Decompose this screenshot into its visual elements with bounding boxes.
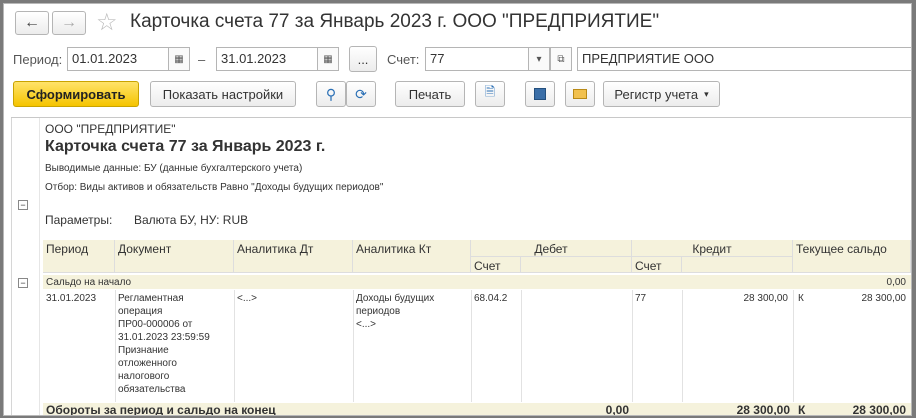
col-debit-account: Счет xyxy=(471,257,521,273)
row-analytics-dt: <...> xyxy=(237,293,258,304)
forward-button[interactable]: → xyxy=(52,11,86,35)
row-period: 31.01.2023 xyxy=(46,293,97,304)
date-to-field[interactable]: 31.01.2023 xyxy=(216,47,318,71)
account-label: Счет: xyxy=(387,52,420,67)
analytics-kt-line: Доходы будущих xyxy=(356,293,435,304)
account-field[interactable]: 77 xyxy=(425,47,529,71)
envelope-icon xyxy=(573,89,587,99)
totals-label: Обороты за период и сальдо на конец xyxy=(46,403,276,416)
col-debit-amount xyxy=(521,257,632,273)
calendar-icon: ▦ xyxy=(323,53,333,65)
col-debit: Дебет xyxy=(471,240,632,257)
col-credit: Кредит xyxy=(632,240,793,257)
collapse-rows-toggle[interactable]: − xyxy=(18,278,28,288)
account-open-button[interactable]: ⧉ xyxy=(550,47,572,71)
open-icon: ⧉ xyxy=(557,53,565,65)
document-line: операция xyxy=(118,306,163,317)
save-button[interactable] xyxy=(525,81,555,107)
document-line: налогового xyxy=(118,371,170,382)
arrow-left-icon: ← xyxy=(24,14,40,31)
back-button[interactable]: ← xyxy=(15,11,49,35)
opening-balance-label: Сальдо на начало xyxy=(46,277,132,288)
arrow-right-icon: → xyxy=(61,14,77,31)
totals-debit: 0,00 xyxy=(605,403,629,416)
report-window: ← → ☆ Карточка счета 77 за Январь 2023 г… xyxy=(3,3,912,416)
row-balance-side: К xyxy=(798,293,804,304)
calendar-to-button[interactable]: ▦ xyxy=(317,47,339,71)
date-from-field[interactable]: 01.01.2023 xyxy=(67,47,169,71)
collapse-header-toggle[interactable]: − xyxy=(18,200,28,210)
row-analytics-kt: Доходы будущих периодов <...> xyxy=(353,292,471,331)
document-line: 31.01.2023 23:59:59 xyxy=(118,332,210,343)
col-analytics-dt: Аналитика Дт xyxy=(234,240,353,273)
totals-row: Обороты за период и сальдо на конец 0,00… xyxy=(43,403,911,416)
floppy-disk-icon xyxy=(534,88,546,100)
calendar-from-button[interactable]: ▦ xyxy=(168,47,190,71)
register-label: Регистр учета xyxy=(614,86,699,102)
totals-credit: 28 300,00 xyxy=(736,403,790,416)
report-filter: Отбор: Виды активов и обязательств Равно… xyxy=(45,182,384,193)
totals-balance-side: К xyxy=(798,403,806,416)
col-document: Документ xyxy=(115,240,234,273)
col-balance: Текущее сальдо xyxy=(793,240,911,273)
col-analytics-kt: Аналитика Кт xyxy=(353,240,471,273)
organization-field[interactable]: ПРЕДПРИЯТИЕ ООО xyxy=(577,47,911,71)
row-document: Регламентная операция ПР00-000006 от 31.… xyxy=(115,292,234,396)
document-line: отложенного xyxy=(118,358,177,369)
totals-balance-amount: 28 300,00 xyxy=(852,403,906,416)
print-button[interactable]: Печать xyxy=(395,81,465,107)
account-dropdown-button[interactable]: ▾ xyxy=(528,47,550,71)
row-balance-amount: 28 300,00 xyxy=(861,293,907,304)
report-area[interactable]: ООО "ПРЕДПРИЯТИЕ" Карточка счета 77 за Я… xyxy=(11,117,911,416)
window-title: Карточка счета 77 за Январь 2023 г. ООО … xyxy=(130,11,660,32)
calendar-icon: ▦ xyxy=(174,53,184,65)
row-debit-account: 68.04.2 xyxy=(474,293,508,304)
report-title: Карточка счета 77 за Январь 2023 г. xyxy=(45,138,326,155)
search-icon: ⚲ xyxy=(325,85,337,102)
chevron-down-icon: ▾ xyxy=(704,88,709,99)
search-next-button[interactable]: ⟳ xyxy=(346,81,376,107)
chevron-down-icon: ▾ xyxy=(536,53,542,65)
period-select-button[interactable]: ... xyxy=(349,46,377,72)
report-params-label: Параметры: xyxy=(45,213,113,227)
table-row[interactable]: 31.01.2023 Регламентная операция ПР00-00… xyxy=(43,290,911,402)
generate-button[interactable]: Сформировать xyxy=(13,81,139,107)
row-credit-amount: 28 300,00 xyxy=(743,293,789,304)
report-output-data: Выводимые данные: БУ (данные бухгалтерск… xyxy=(45,163,303,174)
search-refresh-icon: ⟳ xyxy=(355,85,367,102)
email-button[interactable] xyxy=(565,81,595,107)
search-button[interactable]: ⚲ xyxy=(316,81,346,107)
col-credit-account: Счет xyxy=(632,257,682,273)
accounting-register-button[interactable]: Регистр учета ▾ xyxy=(603,81,720,107)
print-preview-icon: 🗎 xyxy=(484,84,496,99)
document-line: ПР00-000006 от xyxy=(118,319,193,330)
preview-button[interactable]: 🗎 xyxy=(475,81,505,107)
document-line: Регламентная xyxy=(118,293,184,304)
document-line: Признание xyxy=(118,345,169,356)
analytics-kt-line: <...> xyxy=(356,319,377,330)
opening-balance-row: Сальдо на начало 0,00 xyxy=(43,275,911,289)
report-params-value: Валюта БУ, НУ: RUB xyxy=(134,213,249,227)
period-dash: – xyxy=(198,52,206,67)
period-label: Период: xyxy=(13,52,63,67)
analytics-kt-line: периодов xyxy=(356,306,401,317)
document-line: обязательства xyxy=(118,384,186,395)
col-credit-amount xyxy=(682,257,793,273)
opening-balance-value: 0,00 xyxy=(886,277,906,288)
report-organization: ООО "ПРЕДПРИЯТИЕ" xyxy=(45,122,176,136)
show-settings-button[interactable]: Показать настройки xyxy=(150,81,296,107)
row-credit-account: 77 xyxy=(635,293,647,304)
col-period: Период xyxy=(43,240,115,273)
star-icon[interactable]: ☆ xyxy=(96,8,118,37)
